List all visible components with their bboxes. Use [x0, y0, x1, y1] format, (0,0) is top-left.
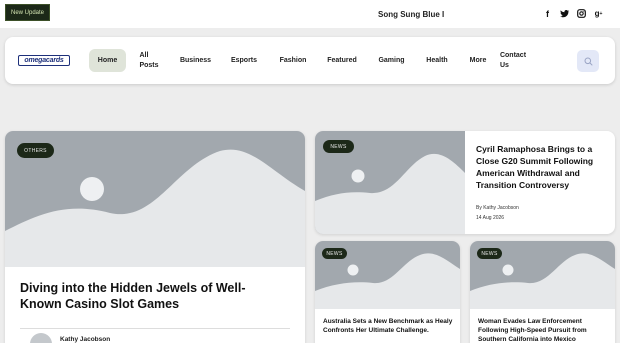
- nav-contact-us[interactable]: Contact Us: [498, 37, 528, 84]
- twitter-icon[interactable]: [560, 8, 569, 19]
- site-logo[interactable]: omegacards: [18, 55, 70, 66]
- nav-gaming[interactable]: Gaming: [377, 37, 406, 84]
- news-title[interactable]: Woman Evades Law Enforcement Following H…: [478, 317, 608, 343]
- avatar: [30, 333, 52, 343]
- featured-post-title[interactable]: Diving into the Hidden Jewels of Well-Kn…: [20, 280, 270, 312]
- category-tag[interactable]: NEWS: [477, 248, 502, 259]
- category-tag[interactable]: OTHERS: [17, 143, 54, 158]
- nav-more[interactable]: More: [468, 37, 488, 84]
- author-name[interactable]: By Kathy Jacobson: [476, 205, 519, 211]
- nav-esports[interactable]: Esports: [230, 37, 258, 84]
- search-button[interactable]: [577, 50, 599, 72]
- news-title[interactable]: Australia Sets a New Benchmark as Healy …: [323, 317, 453, 335]
- author-name[interactable]: Kathy Jacobson: [60, 336, 110, 343]
- instagram-icon[interactable]: [577, 8, 586, 19]
- nav-home[interactable]: Home: [89, 49, 126, 72]
- google-plus-icon[interactable]: g +: [594, 8, 603, 19]
- nav-all-posts[interactable]: All Posts: [138, 37, 160, 84]
- news-card-small[interactable]: NEWS Woman Evades Law Enforcement Follow…: [470, 241, 615, 343]
- news-ticker[interactable]: Song Sung Blue I: [378, 10, 444, 19]
- social-links: f g +: [543, 8, 603, 19]
- news-card-large[interactable]: NEWS Cyril Ramaphosa Brings to a Close G…: [315, 131, 615, 234]
- category-tag[interactable]: NEWS: [322, 248, 347, 259]
- main-header: omegacards Home All Posts Business Espor…: [5, 37, 615, 84]
- nav-featured[interactable]: Featured: [326, 37, 358, 84]
- nav-business[interactable]: Business: [178, 37, 213, 84]
- search-icon: [584, 57, 593, 66]
- facebook-icon[interactable]: f: [543, 8, 552, 19]
- nav-health[interactable]: Health: [425, 37, 449, 84]
- post-date: 14 Aug 2026: [476, 215, 505, 221]
- top-bar: New Update Song Sung Blue I f g +: [0, 0, 620, 28]
- nav-fashion[interactable]: Fashion: [278, 37, 308, 84]
- featured-post-card[interactable]: OTHERS Diving into the Hidden Jewels of …: [5, 131, 305, 343]
- news-card-small[interactable]: NEWS Australia Sets a New Benchmark as H…: [315, 241, 460, 343]
- new-update-badge[interactable]: New Update: [5, 4, 50, 21]
- category-tag[interactable]: NEWS: [323, 140, 354, 153]
- news-title[interactable]: Cyril Ramaphosa Brings to a Close G20 Su…: [476, 143, 611, 191]
- author-row: Kathy Jacobson: [20, 328, 290, 343]
